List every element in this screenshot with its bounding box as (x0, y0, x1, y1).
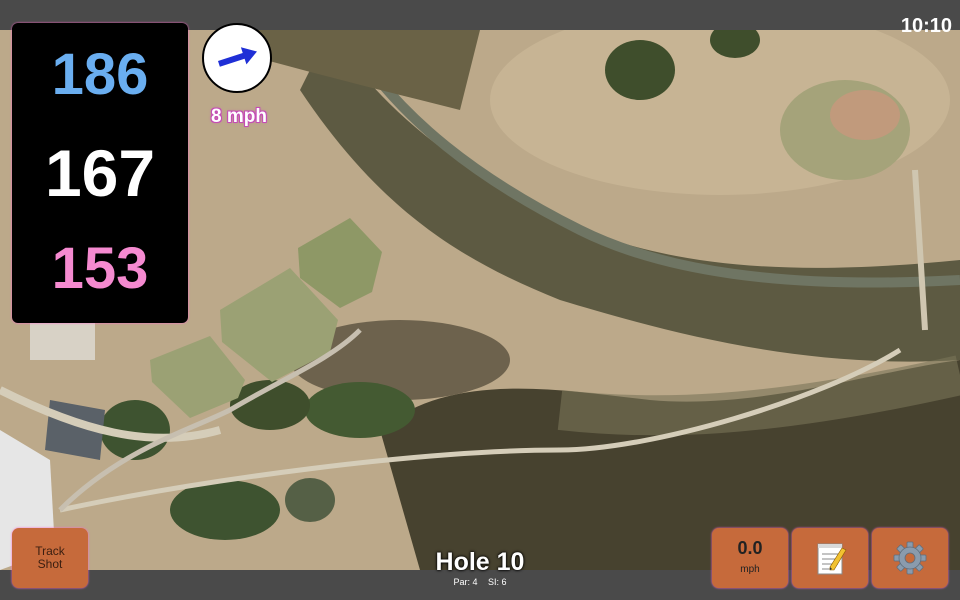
wind-speed-label: 8 mph (211, 106, 267, 127)
back-distance: 186 (51, 42, 149, 107)
middle-distance: 167 (44, 136, 156, 210)
hole-info: Par: 4 SI: 6 (380, 577, 580, 587)
distance-panel: 186 167 153 (12, 23, 188, 323)
gear-icon (893, 541, 927, 575)
speed-button[interactable]: 0.0 mph (712, 528, 788, 588)
speed-unit: mph (740, 564, 760, 575)
track-shot-label-line2: Shot (37, 557, 63, 571)
clock: 10:10 (900, 15, 952, 37)
hole-stroke-index: SI: 6 (488, 577, 507, 587)
hole-par: Par: 4 (453, 577, 478, 587)
track-shot-button[interactable]: Track Shot (12, 528, 88, 588)
notepad-icon (817, 543, 847, 575)
speed-value: 0.0 (737, 538, 763, 558)
wind-direction-dial (202, 23, 272, 93)
front-distance: 153 (51, 236, 149, 301)
hole-title: Hole 10 (435, 548, 525, 576)
wind-arrow-icon (218, 47, 257, 67)
settings-button[interactable] (872, 528, 948, 588)
notes-button[interactable] (792, 528, 868, 588)
